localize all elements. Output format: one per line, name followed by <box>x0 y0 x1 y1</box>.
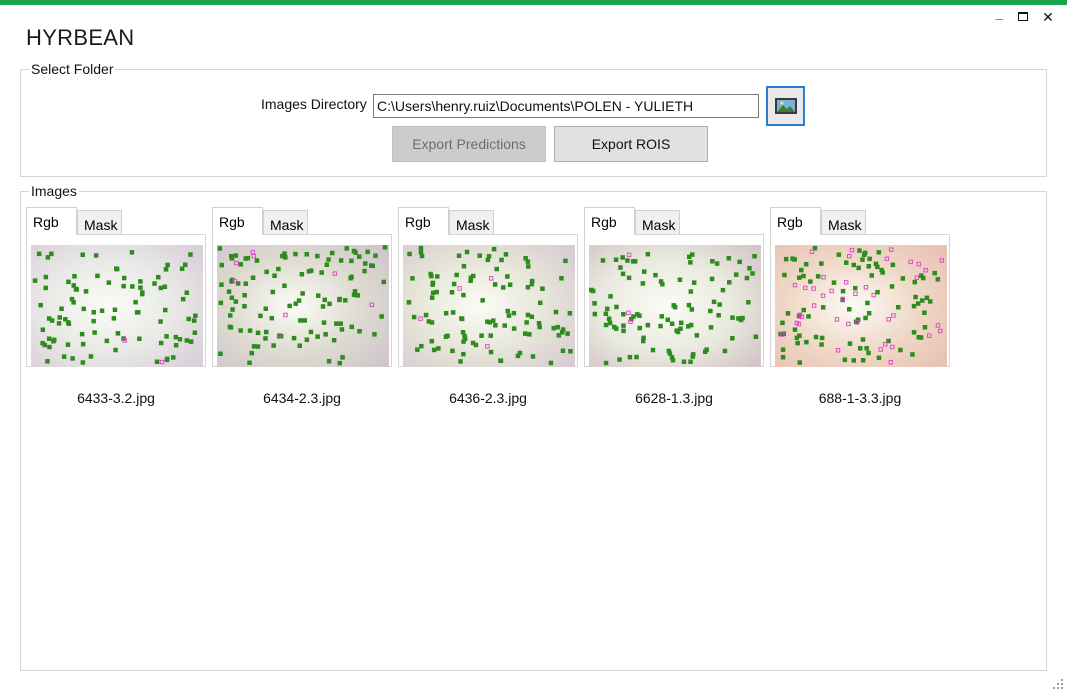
image-tab-panel <box>770 234 950 367</box>
resize-grip-icon[interactable] <box>1052 678 1064 690</box>
window-accent-bar <box>0 0 1067 5</box>
browse-folder-button[interactable] <box>766 86 805 126</box>
tab-rgb[interactable]: Rgb <box>212 207 263 235</box>
images-group-label: Images <box>29 183 79 199</box>
select-folder-group-label: Select Folder <box>29 61 116 77</box>
image-card: Rgb Mask 6436-2.3.jpg <box>398 207 578 407</box>
pollen-rgb-image[interactable] <box>217 245 389 367</box>
tab-mask[interactable]: Mask <box>263 210 308 235</box>
tab-rgb[interactable]: Rgb <box>398 207 449 235</box>
image-card: Rgb Mask 6433-3.2.jpg <box>26 207 206 407</box>
export-predictions-button[interactable]: Export Predictions <box>392 126 546 162</box>
image-filename: 6436-2.3.jpg <box>449 390 527 406</box>
tab-mask[interactable]: Mask <box>635 210 680 235</box>
image-filename: 6628-1.3.jpg <box>635 390 713 406</box>
image-filename: 6434-2.3.jpg <box>263 390 341 406</box>
pollen-rgb-image[interactable] <box>775 245 947 367</box>
pollen-rgb-image[interactable] <box>403 245 575 367</box>
maximize-icon <box>1018 12 1028 21</box>
app-title: HYRBEAN <box>26 25 135 50</box>
maximize-button[interactable] <box>1016 9 1030 24</box>
tab-mask[interactable]: Mask <box>821 210 866 235</box>
image-card: Rgb Mask 688-1-3.3.jpg <box>770 207 950 407</box>
image-card: Rgb Mask 6628-1.3.jpg <box>584 207 764 407</box>
image-card: Rgb Mask 6434-2.3.jpg <box>212 207 392 407</box>
tab-rgb[interactable]: Rgb <box>26 207 77 235</box>
image-tab-panel <box>212 234 392 367</box>
image-tab-panel <box>398 234 578 367</box>
minimize-button[interactable]: _ <box>992 6 1006 21</box>
image-filename: 6433-3.2.jpg <box>77 390 155 406</box>
tab-mask[interactable]: Mask <box>77 210 122 235</box>
pollen-rgb-image[interactable] <box>31 245 203 367</box>
tab-rgb[interactable]: Rgb <box>584 207 635 235</box>
images-directory-label: Images Directory <box>261 96 367 112</box>
image-filename: 688-1-3.3.jpg <box>818 390 902 406</box>
close-button[interactable]: ✕ <box>1041 9 1055 26</box>
image-folder-icon <box>774 98 797 114</box>
image-tab-panel <box>26 234 206 367</box>
export-rois-button[interactable]: Export ROIS <box>554 126 708 162</box>
images-directory-input[interactable] <box>373 94 759 118</box>
tab-rgb[interactable]: Rgb <box>770 207 821 235</box>
tab-mask[interactable]: Mask <box>449 210 494 235</box>
image-tab-panel <box>584 234 764 367</box>
pollen-rgb-image[interactable] <box>589 245 761 367</box>
